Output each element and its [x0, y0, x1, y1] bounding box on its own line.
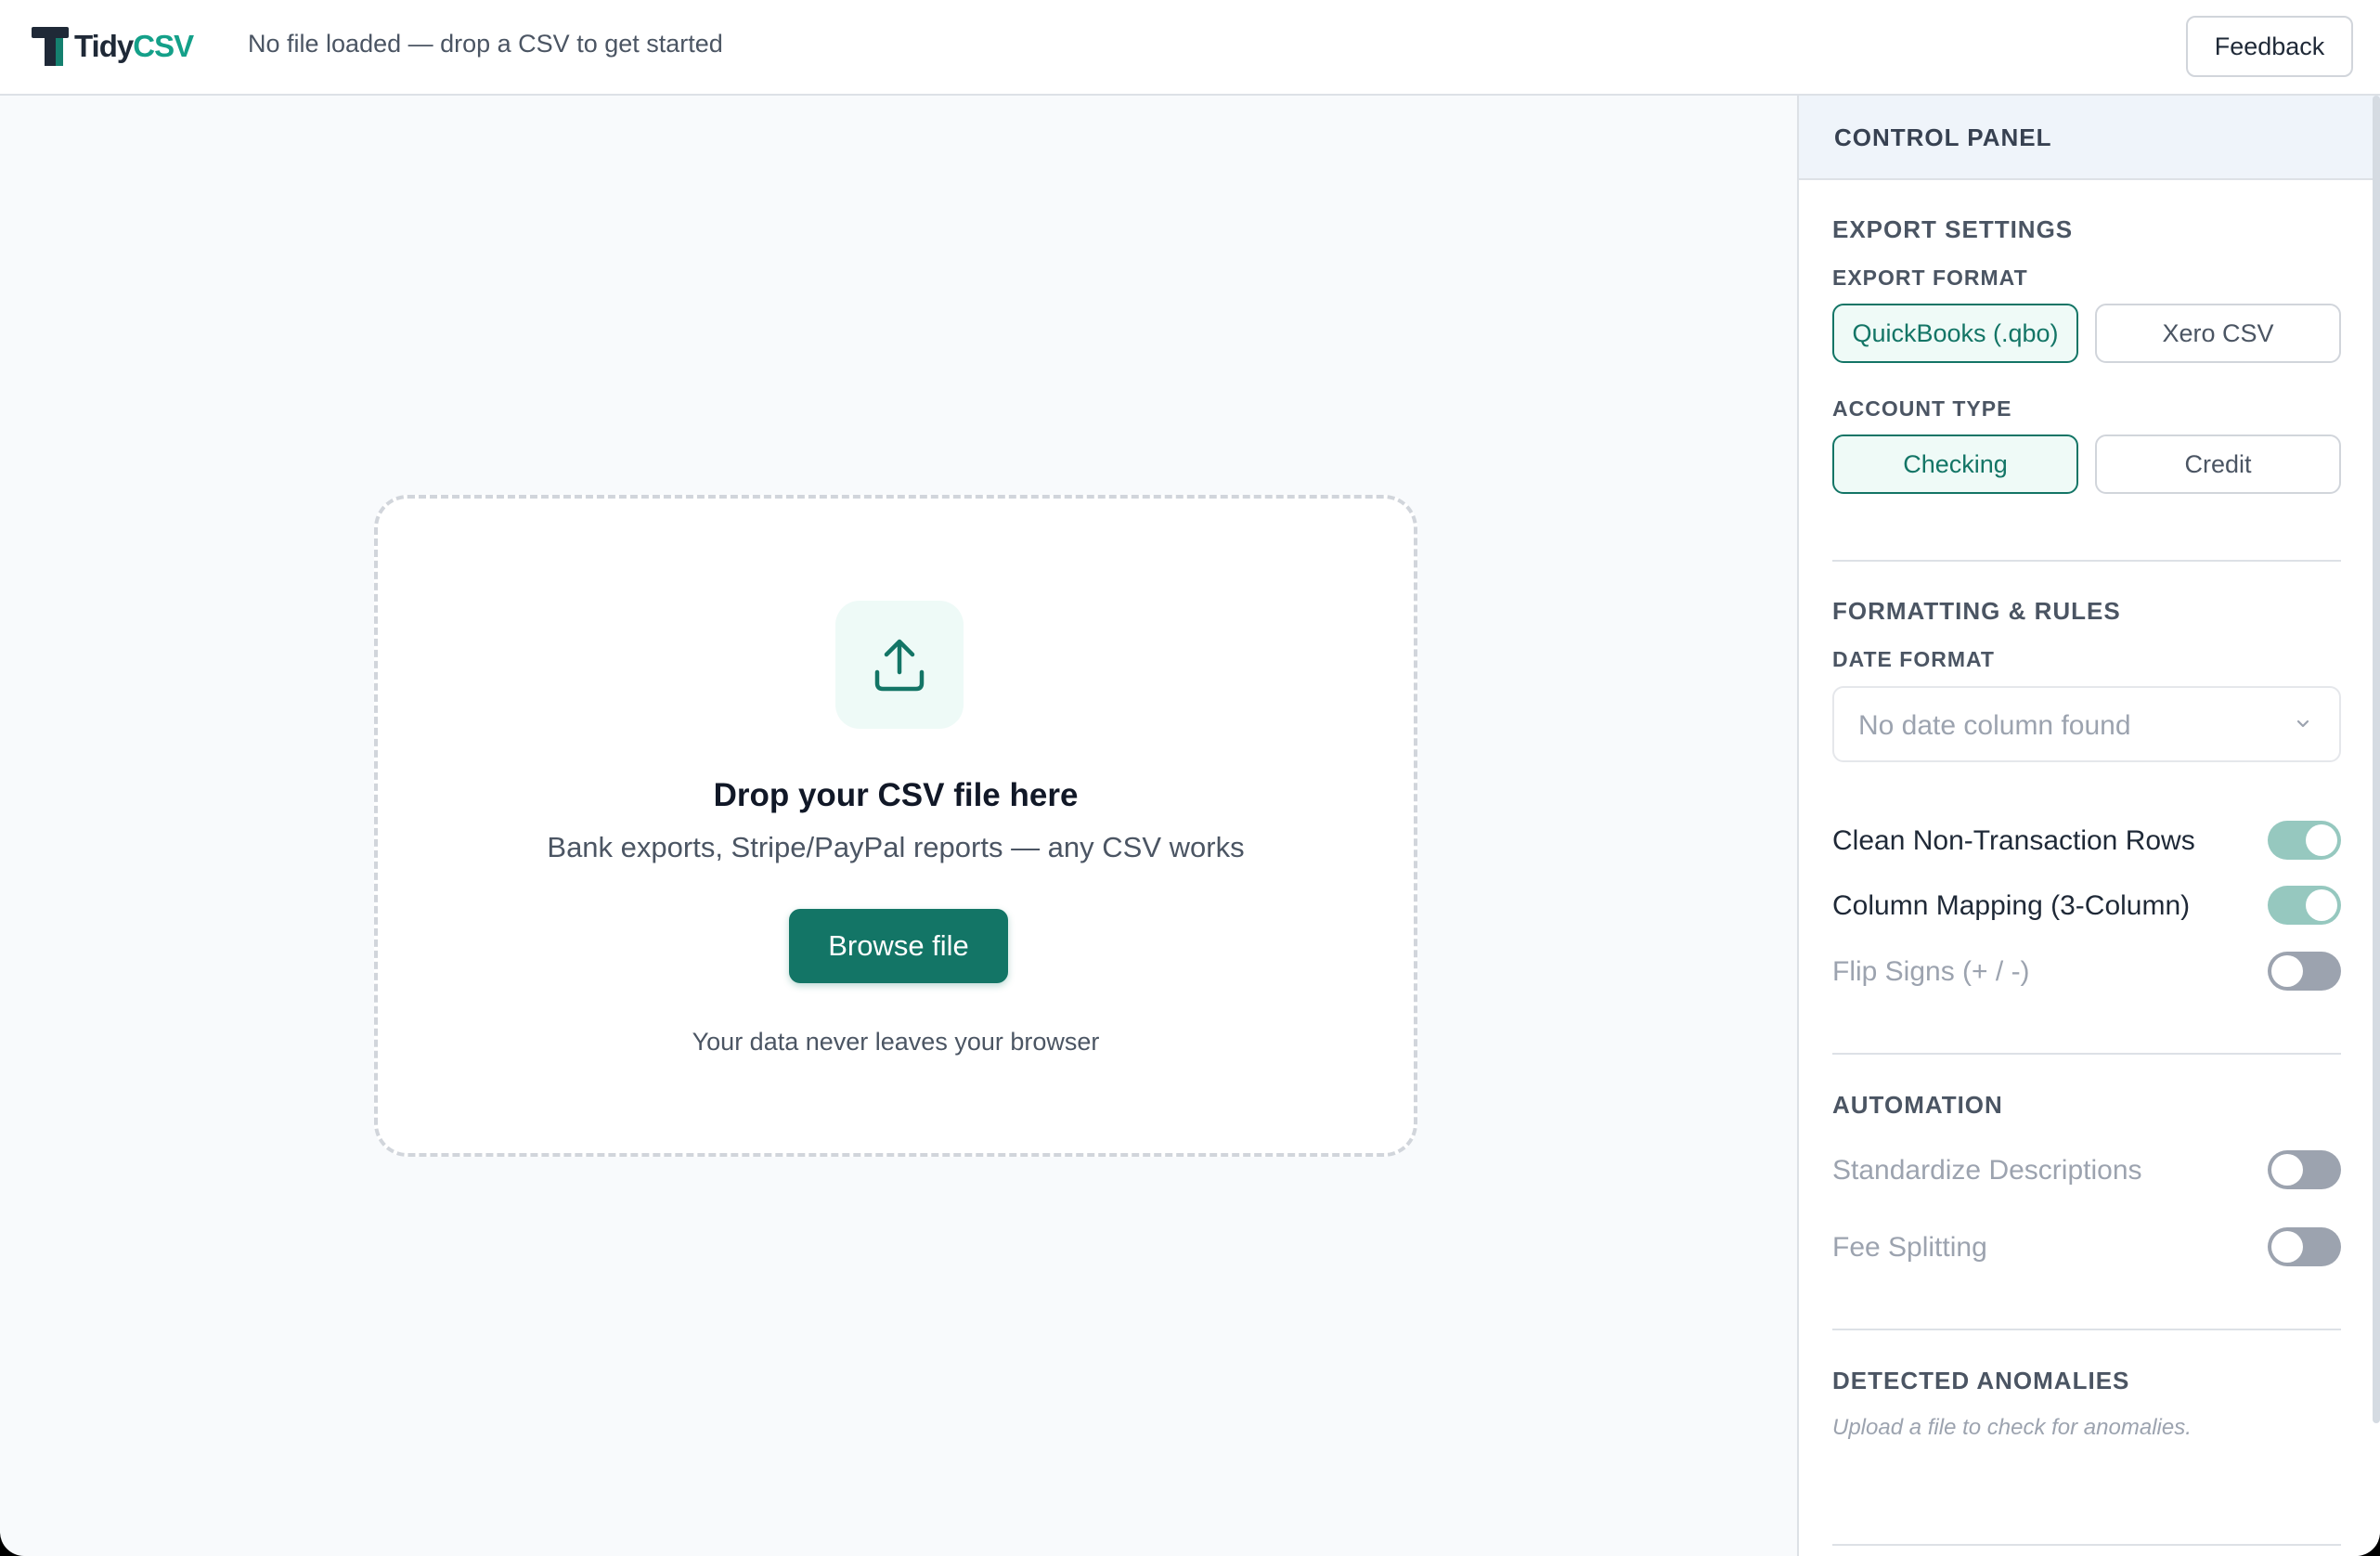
app-window: TidyCSV No file loaded — drop a CSV to g… — [0, 0, 2380, 1556]
upload-icon — [874, 639, 925, 692]
date-format-select[interactable]: No date column found — [1832, 686, 2341, 762]
clean-rows-toggle[interactable] — [2268, 821, 2341, 860]
feedback-button[interactable]: Feedback — [2186, 16, 2353, 77]
csv-drop-zone[interactable]: Drop your CSV file here Bank exports, St… — [374, 495, 1417, 1157]
anomalies-empty-note: Upload a file to check for anomalies. — [1832, 1415, 2192, 1440]
clean-rows-label: Clean Non-Transaction Rows — [1832, 825, 2195, 856]
section-divider — [1832, 1329, 2341, 1330]
export-format-quickbooks-option[interactable]: QuickBooks (.qbo) — [1832, 304, 2078, 363]
fee-splitting-toggle[interactable] — [2268, 1227, 2341, 1266]
account-type-credit-option[interactable]: Credit — [2095, 434, 2341, 494]
date-format-label: DATE FORMAT — [1832, 647, 1995, 671]
chevron-down-icon — [2296, 720, 2309, 728]
control-panel-scrollbar[interactable] — [2373, 96, 2380, 1423]
section-divider — [1832, 1053, 2341, 1055]
flip-signs-toggle[interactable] — [2268, 952, 2341, 991]
logo-text: TidyCSV — [74, 29, 194, 64]
logo-text-csv: CSV — [133, 29, 194, 63]
control-panel-title: CONTROL PANEL — [1834, 123, 2052, 151]
standardize-descriptions-toggle[interactable] — [2268, 1150, 2341, 1189]
export-format-xero-option[interactable]: Xero CSV — [2095, 304, 2341, 363]
date-format-value: No date column found — [1858, 710, 2131, 741]
logo-mark-icon — [32, 27, 69, 66]
upload-icon-badge — [835, 601, 964, 729]
top-bar: TidyCSV No file loaded — drop a CSV to g… — [0, 0, 2380, 96]
column-mapping-toggle[interactable] — [2268, 886, 2341, 925]
app-logo[interactable]: TidyCSV — [32, 26, 194, 67]
account-type-checking-option[interactable]: Checking — [1832, 434, 2078, 494]
drop-subtitle: Bank exports, Stripe/PayPal reports — an… — [547, 831, 1245, 863]
control-panel-header: CONTROL PANEL — [1799, 96, 2380, 180]
file-status-text: No file loaded — drop a CSV to get start… — [248, 30, 723, 58]
automation-title: AUTOMATION — [1832, 1091, 2003, 1119]
formatting-rules-title: FORMATTING & RULES — [1832, 597, 2121, 625]
drop-title: Drop your CSV file here — [713, 777, 1079, 813]
logo-text-tidy: Tidy — [74, 29, 134, 63]
flip-signs-label: Flip Signs (+ / -) — [1832, 956, 2030, 987]
column-mapping-label: Column Mapping (3-Column) — [1832, 890, 2191, 921]
browse-file-button[interactable]: Browse file — [789, 909, 1008, 983]
privacy-note: Your data never leaves your browser — [692, 1028, 1100, 1056]
export-settings-title: EXPORT SETTINGS — [1832, 215, 2074, 243]
account-type-label: ACCOUNT TYPE — [1832, 396, 2012, 421]
standardize-descriptions-label: Standardize Descriptions — [1832, 1155, 2142, 1186]
export-format-label: EXPORT FORMAT — [1832, 266, 2028, 290]
section-divider — [1832, 1544, 2341, 1546]
section-divider — [1832, 560, 2341, 562]
detected-anomalies-title: DETECTED ANOMALIES — [1832, 1367, 2130, 1394]
fee-splitting-label: Fee Splitting — [1832, 1232, 1987, 1263]
